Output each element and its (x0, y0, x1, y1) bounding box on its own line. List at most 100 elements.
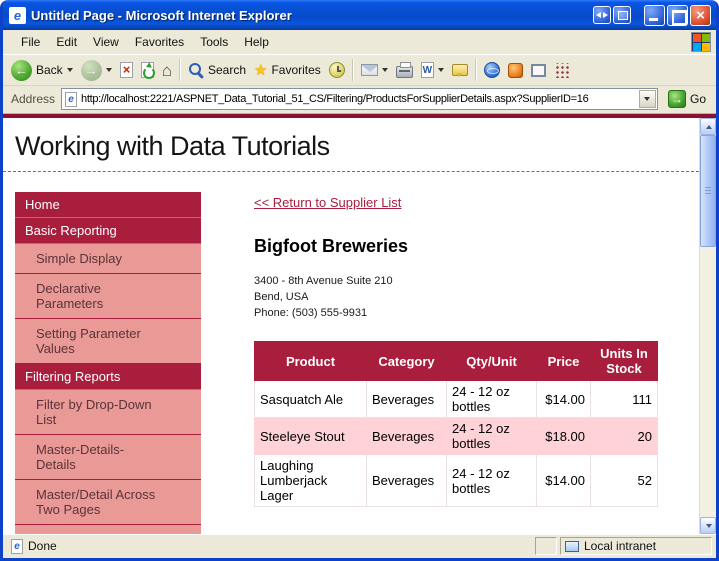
cell-product: Steeleye Stout (255, 418, 367, 455)
window-box-button[interactable] (613, 6, 631, 24)
menu-favorites[interactable]: Favorites (127, 31, 192, 53)
menu-help[interactable]: Help (236, 31, 277, 53)
cell-category: Beverages (367, 455, 447, 507)
address-favicon-icon (65, 92, 77, 107)
page-area: Working with Data Tutorials Home Basic R… (3, 114, 716, 534)
ie-app-icon (9, 7, 26, 24)
cell-price: $14.00 (537, 455, 591, 507)
favorites-button[interactable]: Favorites (250, 60, 325, 81)
column-header-qty-unit: Qty/Unit (447, 342, 537, 381)
status-pane-spacer (535, 537, 557, 555)
back-chevron-icon (67, 68, 73, 72)
menu-bar: File Edit View Favorites Tools Help (3, 30, 716, 55)
messenger-icon (508, 63, 523, 78)
maximize-button[interactable] (667, 5, 688, 26)
cell-qty-unit: 24 - 12 oz bottles (447, 418, 537, 455)
window-title: Untitled Page - Microsoft Internet Explo… (31, 8, 292, 23)
sidebar-item-simple-display[interactable]: Simple Display (15, 244, 201, 274)
products-table: Product Category Qty/Unit Price Units In… (254, 341, 658, 507)
toolbar-separator (475, 59, 477, 81)
status-bar: Done Local intranet (3, 534, 716, 558)
mail-chevron-icon (382, 68, 388, 72)
history-button[interactable] (325, 59, 349, 81)
cell-category: Beverages (367, 381, 447, 418)
forward-icon (81, 60, 102, 81)
search-icon (188, 62, 204, 78)
app-window-button[interactable] (527, 61, 550, 80)
address-url-text: http://localhost:2221/ASPNET_Data_Tutori… (81, 93, 635, 105)
favorites-star-icon (254, 63, 267, 78)
web-globe-button[interactable] (480, 59, 504, 81)
pan-arrows-button[interactable] (593, 6, 611, 24)
minimize-button[interactable] (644, 5, 665, 26)
menu-tools[interactable]: Tools (192, 31, 236, 53)
history-clock-icon (329, 62, 345, 78)
sidebar-item-basic-reporting[interactable]: Basic Reporting (15, 218, 201, 244)
column-header-product: Product (255, 342, 367, 381)
return-to-supplier-list-link[interactable]: << Return to Supplier List (254, 195, 401, 210)
cell-units-in-stock: 20 (591, 418, 658, 455)
table-row: Sasquatch Ale Beverages 24 - 12 oz bottl… (255, 381, 658, 418)
supplier-address-line1: 3400 - 8th Avenue Suite 210 (254, 273, 657, 289)
address-dropdown-button[interactable] (639, 90, 656, 108)
sidebar-item-filter-by-drop-down-list[interactable]: Filter by Drop-Down List (15, 390, 201, 435)
app-window-icon (531, 64, 546, 77)
cell-category: Beverages (367, 418, 447, 455)
stop-button[interactable] (116, 59, 137, 81)
sidebar-item-master-details-details[interactable]: Master-Details-Details (15, 435, 201, 480)
home-icon (162, 62, 172, 79)
close-button[interactable] (690, 5, 711, 26)
back-button[interactable]: Back (7, 57, 77, 84)
sidebar-item-filtering-reports[interactable]: Filtering Reports (15, 364, 201, 390)
vertical-scrollbar (699, 118, 716, 534)
scroll-thumb[interactable] (700, 135, 716, 247)
page-viewport: Working with Data Tutorials Home Basic R… (3, 118, 699, 534)
address-input[interactable]: http://localhost:2221/ASPNET_Data_Tutori… (61, 88, 658, 110)
sidebar-item-declarative-parameters[interactable]: Declarative Parameters (15, 274, 201, 319)
favorites-label: Favorites (271, 63, 320, 77)
supplier-address-line2: Bend, USA (254, 289, 657, 305)
browser-window: Untitled Page - Microsoft Internet Explo… (0, 0, 719, 561)
sidebar-nav: Home Basic Reporting Simple Display Decl… (15, 192, 201, 534)
forward-button[interactable] (77, 57, 116, 84)
scroll-down-button[interactable] (700, 517, 716, 534)
go-button[interactable]: Go (664, 88, 712, 110)
scroll-up-button[interactable] (700, 118, 716, 135)
menu-edit[interactable]: Edit (48, 31, 85, 53)
search-button[interactable]: Search (184, 59, 250, 81)
print-button[interactable] (392, 60, 417, 81)
refresh-button[interactable] (137, 59, 158, 81)
menu-view[interactable]: View (85, 31, 127, 53)
menu-file[interactable]: File (13, 31, 48, 53)
cell-qty-unit: 24 - 12 oz bottles (447, 381, 537, 418)
page-layout: Home Basic Reporting Simple Display Decl… (3, 172, 699, 534)
discuss-button[interactable] (448, 61, 472, 79)
scroll-track[interactable] (700, 135, 716, 517)
forward-chevron-icon (106, 68, 112, 72)
table-row: Laughing Lumberjack Lager Beverages 24 -… (255, 455, 658, 507)
go-arrow-icon (668, 90, 686, 108)
sidebar-item-master-detail-across-two-pages[interactable]: Master/Detail Across Two Pages (15, 480, 201, 525)
site-header-title: Working with Data Tutorials (3, 118, 699, 171)
cell-price: $14.00 (537, 381, 591, 418)
edit-button[interactable] (417, 59, 448, 81)
main-content: << Return to Supplier List Bigfoot Brewe… (254, 192, 657, 507)
mail-button[interactable] (357, 61, 392, 79)
sidebar-item-clipped[interactable] (15, 525, 201, 534)
sidebar-item-home[interactable]: Home (15, 192, 201, 218)
sidebar-item-setting-parameter-values[interactable]: Setting Parameter Values (15, 319, 201, 364)
grid-tool-button[interactable] (550, 60, 573, 81)
discuss-icon (452, 64, 468, 76)
column-header-units-in-stock: Units In Stock (591, 342, 658, 381)
column-header-category: Category (367, 342, 447, 381)
cell-units-in-stock: 111 (591, 381, 658, 418)
status-page-icon (11, 539, 23, 554)
home-button[interactable] (158, 59, 176, 82)
messenger-button[interactable] (504, 60, 527, 81)
toolbar-separator (179, 59, 181, 81)
go-label: Go (690, 92, 706, 106)
back-label: Back (36, 63, 63, 77)
cell-qty-unit: 24 - 12 oz bottles (447, 455, 537, 507)
address-bar: Address http://localhost:2221/ASPNET_Dat… (3, 86, 716, 114)
windows-logo-icon (691, 32, 711, 52)
